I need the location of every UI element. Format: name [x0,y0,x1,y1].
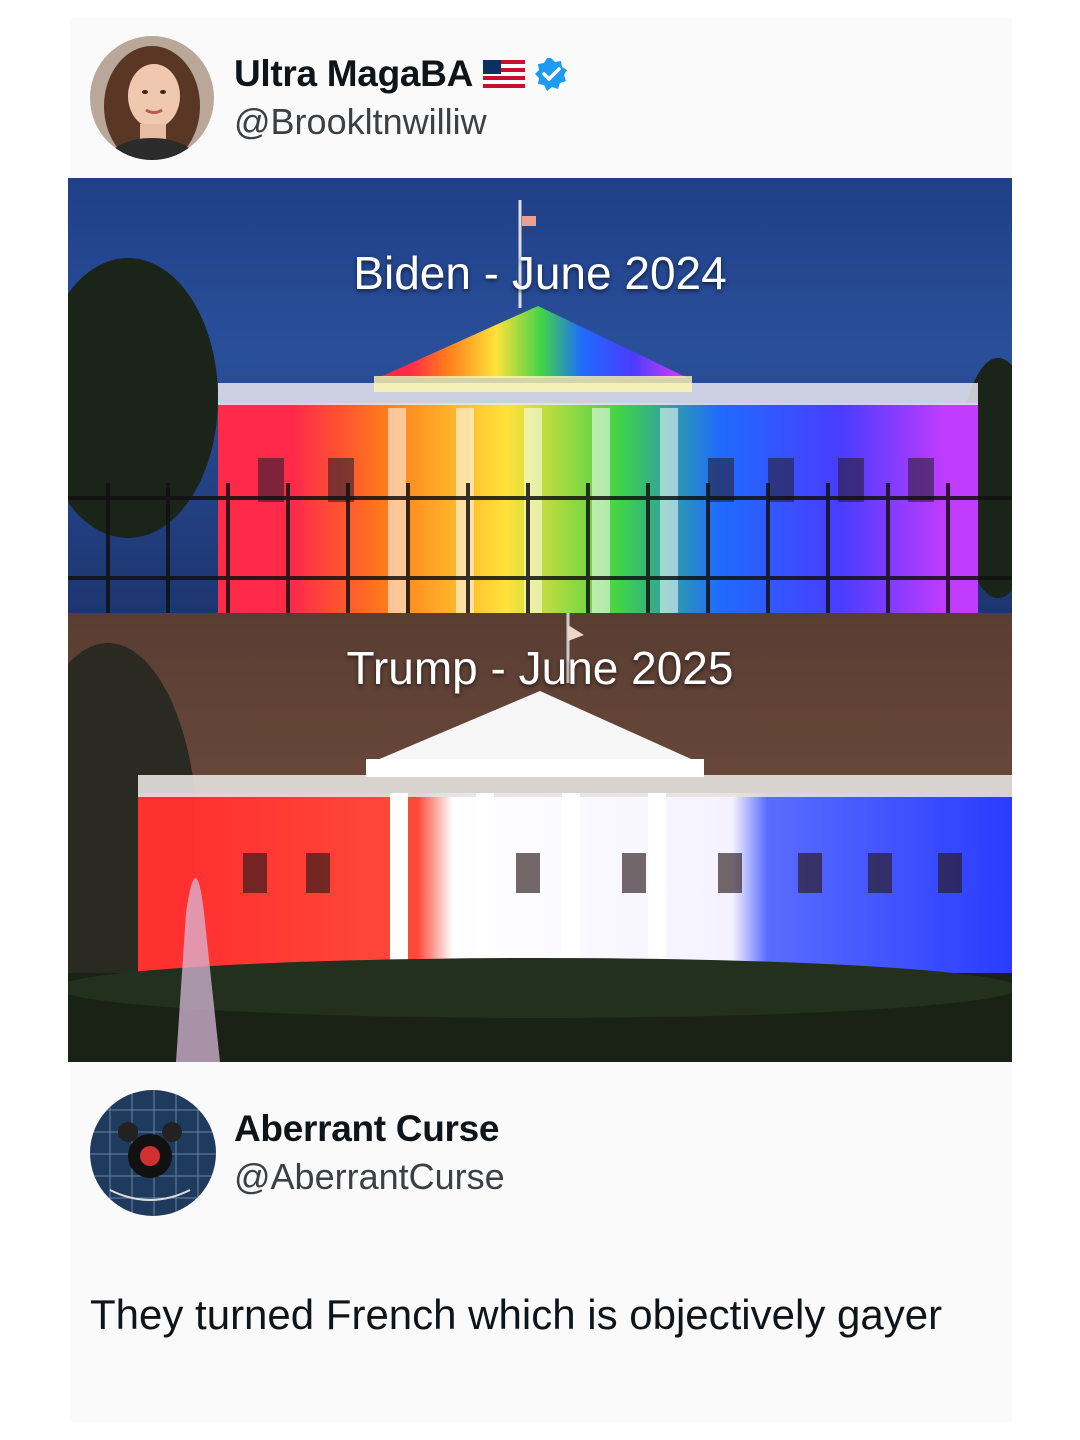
reply-tweet-header: Aberrant Curse @AberrantCurse [90,1090,505,1216]
reply-text: They turned French which is objectively … [90,1291,943,1338]
original-tweet-header: Ultra MagaBA @Brookltnwilliw [90,36,569,160]
tweet-image[interactable]: Biden - June 2024 Trump - June 2025 [68,178,1012,1062]
avatar[interactable] [90,36,214,160]
author-name[interactable]: Ultra MagaBA [234,53,473,95]
reply-author-handle[interactable]: @AberrantCurse [234,1156,505,1198]
reply-author-name[interactable]: Aberrant Curse [234,1108,499,1150]
author-handle[interactable]: @Brookltnwilliw [234,101,569,143]
us-flag-icon [483,60,525,88]
bottom-caption: Trump - June 2025 [346,642,734,694]
bottom-panel: Trump - June 2025 [68,613,1012,1062]
avatar[interactable] [90,1090,216,1216]
verified-badge-icon [535,58,567,91]
top-panel: Biden - June 2024 [68,178,1012,613]
top-caption: Biden - June 2024 [353,247,727,299]
